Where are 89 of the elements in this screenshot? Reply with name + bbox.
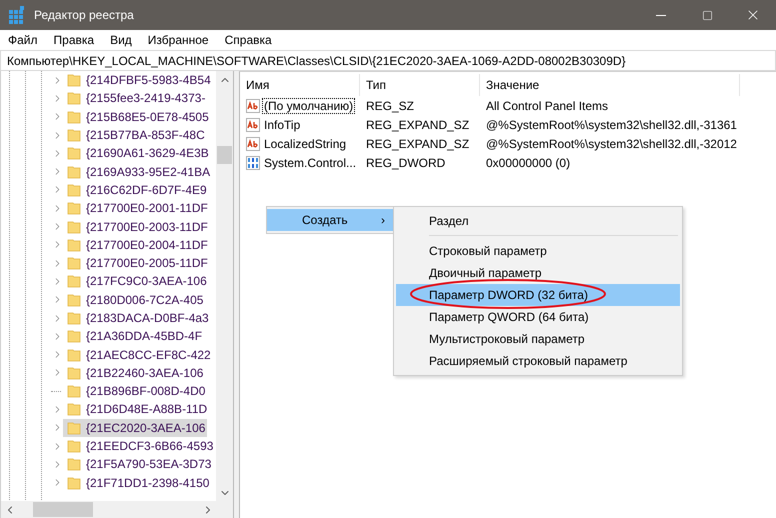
tree-item[interactable]: {214DFBF5-5983-4B54	[63, 71, 213, 90]
value-name[interactable]: System.Control...	[262, 154, 358, 170]
folder-icon	[67, 457, 81, 472]
tree-item[interactable]: {217700E0-2001-11DF	[63, 199, 210, 218]
tree-item[interactable]: {217700E0-2005-11DF	[63, 254, 210, 272]
folder-icon	[67, 146, 81, 160]
value-type: REG_EXPAND_SZ	[365, 136, 470, 150]
window-title: Редактор реестра	[34, 8, 135, 22]
tree-item[interactable]: {2155fee3-2419-4373-	[63, 89, 208, 108]
value-name[interactable]: LocalizedString	[262, 136, 348, 152]
column-header[interactable]: Имя	[240, 74, 360, 96]
minimize-icon	[656, 14, 666, 16]
column-header[interactable]: Тип	[360, 74, 480, 96]
value-data: 0x00000000 (0)	[485, 156, 570, 170]
folder-icon	[67, 110, 81, 124]
scroll-thumb[interactable]	[33, 502, 93, 517]
submenu-arrow: ›	[381, 213, 385, 227]
menu-item[interactable]: Расширяемый строковый параметр	[396, 350, 680, 372]
tree-item[interactable]: {21B896BF-008D-4D0	[63, 382, 208, 400]
menu-item[interactable]: Создать ›	[267, 209, 393, 231]
tree-item[interactable]: {2183DACA-D0BF-4a3	[63, 309, 211, 327]
menu-item[interactable]: Строковый параметр	[396, 240, 680, 262]
tree-item[interactable]: {215B68E5-0E78-4505	[63, 108, 211, 126]
tree-item[interactable]: {217700E0-2004-11DF	[63, 236, 210, 254]
folder-icon	[67, 348, 81, 362]
folder-icon	[67, 329, 81, 344]
folder-icon	[67, 128, 81, 142]
menu-item[interactable]: Мультистроковый параметр	[396, 328, 680, 350]
tree-item[interactable]: {217700E0-2003-11DF	[63, 218, 210, 236]
tree-item[interactable]: {21D6D48E-A88B-11D	[63, 400, 210, 418]
menu-item[interactable]: Вид	[104, 30, 138, 50]
menu-item[interactable]: Избранное	[142, 30, 215, 50]
folder-icon	[67, 420, 81, 435]
folder-icon	[67, 384, 81, 398]
folder-icon	[67, 366, 81, 380]
menu-item[interactable]: Раздел	[396, 210, 680, 240]
value-data: All Control Panel Items	[485, 98, 608, 112]
binary-value-icon	[246, 156, 260, 170]
scroll-thumb[interactable]	[217, 146, 232, 164]
value-data: @%SystemRoot%\system32\shell32.dll,-31361	[485, 118, 737, 132]
menu-item[interactable]: Двоичный параметр	[396, 262, 680, 284]
tree-item[interactable]: {21EEDCF3-6B66-4593	[63, 437, 216, 456]
folder-icon	[67, 182, 81, 197]
tree-item[interactable]: {21F71DD1-2398-4150	[63, 474, 212, 492]
string-value-icon	[246, 118, 260, 132]
maximize-icon	[702, 10, 712, 20]
folder-icon	[67, 402, 81, 416]
folder-icon	[67, 201, 81, 216]
value-type: REG_DWORD	[365, 156, 446, 170]
vertical-scrollbar[interactable]	[216, 71, 233, 501]
folder-icon	[67, 73, 81, 88]
menu-item[interactable]: Файл	[2, 30, 44, 50]
value-type: REG_SZ	[365, 98, 416, 112]
tree-item[interactable]: {21AEC8CC-EF8C-422	[63, 346, 213, 364]
tree-item[interactable]: {217FC9C0-3AEA-106	[63, 272, 209, 290]
tree-item[interactable]: {21B22460-3AEA-106	[63, 364, 206, 382]
tree-item[interactable]: {21A36DDA-45BD-4F	[63, 327, 204, 346]
address-bar[interactable]: Компьютер\HKEY_LOCAL_MACHINE\SOFTWARE\Classes\CLSID\{21EC2020-3AEA-1069-A2DD-08002B30309D}	[0, 50, 776, 71]
tree-item[interactable]: {21690A61-3629-4E3B	[63, 144, 211, 162]
value-data: @%SystemRoot%\system32\shell32.dll,-32012	[485, 136, 737, 150]
tree-item[interactable]: {21F5A790-53EA-3D73	[63, 455, 214, 474]
folder-icon	[67, 292, 81, 307]
folder-icon	[67, 164, 81, 179]
tree-item[interactable]: {216C62DF-6D7F-4E9	[63, 180, 209, 199]
menu-item[interactable]: Правка	[48, 30, 100, 50]
folder-icon	[67, 274, 81, 288]
menu-item[interactable]: Параметр DWORD (32 бита)	[396, 284, 680, 306]
folder-icon	[67, 476, 81, 490]
folder-icon	[67, 311, 81, 325]
menu-item-label: Создать	[302, 213, 349, 227]
registry-editor-icon	[8, 6, 26, 24]
folder-icon	[67, 220, 81, 234]
string-value-icon	[246, 136, 260, 150]
tree-item[interactable]: {2180D006-7C2A-405	[63, 290, 206, 309]
string-value-icon	[246, 98, 260, 112]
tree-item[interactable]: {2169A933-95E2-41BA	[63, 162, 212, 181]
tree-item[interactable]: {215B77BA-853F-48C	[63, 126, 207, 144]
column-header[interactable]: Значение	[480, 74, 740, 96]
folder-icon	[67, 91, 81, 106]
folder-icon	[67, 439, 81, 454]
menu-item[interactable]: Параметр QWORD (64 бита)	[396, 306, 680, 328]
horizontal-scrollbar[interactable]	[1, 501, 216, 518]
value-name[interactable]: InfoTip	[262, 116, 302, 132]
folder-icon	[67, 238, 81, 252]
value-name[interactable]: (По умолчанию)	[262, 98, 356, 114]
tree-item[interactable]: {21EC2020-3AEA-106	[63, 418, 208, 437]
value-type: REG_EXPAND_SZ	[365, 118, 470, 132]
folder-icon	[67, 256, 81, 270]
menu-item[interactable]: Справка	[218, 30, 278, 50]
